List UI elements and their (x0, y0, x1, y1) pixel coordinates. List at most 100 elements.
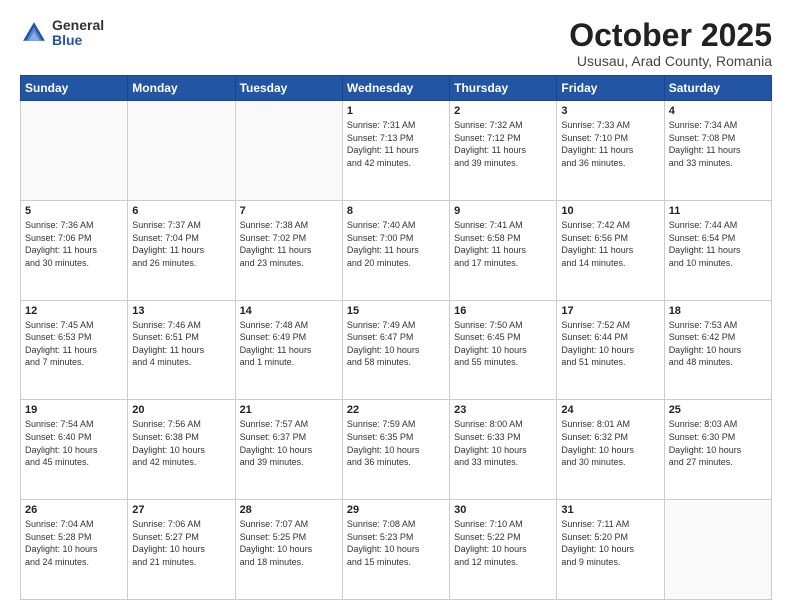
day-number: 10 (561, 205, 659, 217)
calendar-week-1: 5Sunrise: 7:36 AM Sunset: 7:06 PM Daylig… (21, 200, 772, 300)
calendar-cell: 23Sunrise: 8:00 AM Sunset: 6:33 PM Dayli… (450, 400, 557, 500)
calendar-cell: 14 Sunrise: 7:48 AM Sunset: 6:49 PM Dayli… (235, 300, 342, 400)
calendar-cell (128, 101, 235, 201)
day-number: 6 (132, 205, 230, 217)
calendar-cell (21, 101, 128, 201)
day-info: Sunrise: 8:01 AM Sunset: 6:32 PM Dayligh… (561, 418, 659, 468)
day-info: Sunrise: 7:36 AM Sunset: 7:06 PM Dayligh… (25, 219, 123, 269)
day-info: Sunrise: 7:38 AM Sunset: 7:02 PM Dayligh… (240, 219, 338, 269)
logo-icon (20, 19, 48, 47)
day-number: 29 (347, 504, 445, 516)
subtitle: Ususau, Arad County, Romania (569, 53, 772, 69)
title-block: October 2025 Ususau, Arad County, Romani… (569, 18, 772, 69)
calendar-week-3: 19 Sunrise: 7:54 AM Sunset: 6:40 PM Dayli… (21, 400, 772, 500)
calendar-cell: 28 Sunrise: 7:07 AM Sunset: 5:25 PM Dayli… (235, 500, 342, 600)
day-info: Sunrise: 7:42 AM Sunset: 6:56 PM Dayligh… (561, 219, 659, 269)
calendar-cell: 19 Sunrise: 7:54 AM Sunset: 6:40 PM Dayli… (21, 400, 128, 500)
calendar-cell: 7 Sunrise: 7:38 AM Sunset: 7:02 PM Daylig… (235, 200, 342, 300)
day-info: Sunrise: 7:33 AM Sunset: 7:10 PM Dayligh… (561, 119, 659, 169)
calendar-cell: 17Sunrise: 7:52 AM Sunset: 6:44 PM Dayli… (557, 300, 664, 400)
day-number: 25 (669, 404, 767, 416)
day-number: 9 (454, 205, 552, 217)
calendar-cell: 12 Sunrise: 7:45 AM Sunset: 6:53 PM Dayli… (21, 300, 128, 400)
day-info: Sunrise: 7:07 AM Sunset: 5:25 PM Dayligh… (240, 518, 338, 568)
calendar-cell: 2 Sunrise: 7:32 AM Sunset: 7:12 PM Daylig… (450, 101, 557, 201)
calendar-cell: 15Sunrise: 7:49 AM Sunset: 6:47 PM Dayli… (342, 300, 449, 400)
day-number: 2 (454, 105, 552, 117)
calendar-cell: 29 Sunrise: 7:08 AM Sunset: 5:23 PM Dayli… (342, 500, 449, 600)
day-info: Sunrise: 7:57 AM Sunset: 6:37 PM Dayligh… (240, 418, 338, 468)
day-number: 27 (132, 504, 230, 516)
day-info: Sunrise: 7:40 AM Sunset: 7:00 PM Dayligh… (347, 219, 445, 269)
day-number: 16 (454, 305, 552, 317)
day-number: 28 (240, 504, 338, 516)
logo-general-text: General (52, 18, 104, 33)
calendar-cell: 26 Sunrise: 7:04 AM Sunset: 5:28 PM Dayli… (21, 500, 128, 600)
day-info: Sunrise: 7:08 AM Sunset: 5:23 PM Dayligh… (347, 518, 445, 568)
day-info: Sunrise: 7:54 AM Sunset: 6:40 PM Dayligh… (25, 418, 123, 468)
day-number: 20 (132, 404, 230, 416)
day-number: 8 (347, 205, 445, 217)
day-info: Sunrise: 7:50 AM Sunset: 6:45 PM Dayligh… (454, 319, 552, 369)
calendar-week-0: 1Sunrise: 7:31 AM Sunset: 7:13 PM Daylig… (21, 101, 772, 201)
day-number: 26 (25, 504, 123, 516)
calendar-cell: 11Sunrise: 7:44 AM Sunset: 6:54 PM Dayli… (664, 200, 771, 300)
calendar-table: SundayMondayTuesdayWednesdayThursdayFrid… (20, 75, 772, 600)
day-number: 15 (347, 305, 445, 317)
day-info: Sunrise: 8:03 AM Sunset: 6:30 PM Dayligh… (669, 418, 767, 468)
calendar-cell: 30Sunrise: 7:10 AM Sunset: 5:22 PM Dayli… (450, 500, 557, 600)
day-info: Sunrise: 7:34 AM Sunset: 7:08 PM Dayligh… (669, 119, 767, 169)
calendar-cell: 27 Sunrise: 7:06 AM Sunset: 5:27 PM Dayli… (128, 500, 235, 600)
day-number: 3 (561, 105, 659, 117)
day-number: 12 (25, 305, 123, 317)
day-number: 13 (132, 305, 230, 317)
logo-blue-text: Blue (52, 33, 104, 48)
calendar-cell: 8 Sunrise: 7:40 AM Sunset: 7:00 PM Daylig… (342, 200, 449, 300)
calendar-week-4: 26 Sunrise: 7:04 AM Sunset: 5:28 PM Dayli… (21, 500, 772, 600)
calendar-header: SundayMondayTuesdayWednesdayThursdayFrid… (21, 76, 772, 101)
calendar-cell: 5Sunrise: 7:36 AM Sunset: 7:06 PM Daylig… (21, 200, 128, 300)
day-number: 30 (454, 504, 552, 516)
weekday-header-row: SundayMondayTuesdayWednesdayThursdayFrid… (21, 76, 772, 101)
day-number: 22 (347, 404, 445, 416)
day-info: Sunrise: 7:06 AM Sunset: 5:27 PM Dayligh… (132, 518, 230, 568)
day-number: 14 (240, 305, 338, 317)
day-number: 7 (240, 205, 338, 217)
page: General Blue October 2025 Ususau, Arad C… (0, 0, 792, 612)
calendar-cell: 24 Sunrise: 8:01 AM Sunset: 6:32 PM Dayli… (557, 400, 664, 500)
day-info: Sunrise: 7:11 AM Sunset: 5:20 PM Dayligh… (561, 518, 659, 568)
day-info: Sunrise: 7:52 AM Sunset: 6:44 PM Dayligh… (561, 319, 659, 369)
calendar-cell: 1Sunrise: 7:31 AM Sunset: 7:13 PM Daylig… (342, 101, 449, 201)
day-number: 24 (561, 404, 659, 416)
day-info: Sunrise: 7:48 AM Sunset: 6:49 PM Dayligh… (240, 319, 338, 369)
calendar-cell: 4Sunrise: 7:34 AM Sunset: 7:08 PM Daylig… (664, 101, 771, 201)
logo: General Blue (20, 18, 104, 49)
calendar-cell: 10 Sunrise: 7:42 AM Sunset: 6:56 PM Dayli… (557, 200, 664, 300)
day-number: 23 (454, 404, 552, 416)
day-info: Sunrise: 7:32 AM Sunset: 7:12 PM Dayligh… (454, 119, 552, 169)
calendar-cell: 3 Sunrise: 7:33 AM Sunset: 7:10 PM Daylig… (557, 101, 664, 201)
calendar-cell: 16 Sunrise: 7:50 AM Sunset: 6:45 PM Dayli… (450, 300, 557, 400)
calendar-cell: 20Sunrise: 7:56 AM Sunset: 6:38 PM Dayli… (128, 400, 235, 500)
day-info: Sunrise: 7:59 AM Sunset: 6:35 PM Dayligh… (347, 418, 445, 468)
weekday-header-friday: Friday (557, 76, 664, 101)
calendar-cell (664, 500, 771, 600)
calendar-cell: 31 Sunrise: 7:11 AM Sunset: 5:20 PM Dayli… (557, 500, 664, 600)
day-info: Sunrise: 7:04 AM Sunset: 5:28 PM Dayligh… (25, 518, 123, 568)
day-info: Sunrise: 7:45 AM Sunset: 6:53 PM Dayligh… (25, 319, 123, 369)
day-info: Sunrise: 7:46 AM Sunset: 6:51 PM Dayligh… (132, 319, 230, 369)
day-number: 19 (25, 404, 123, 416)
day-number: 1 (347, 105, 445, 117)
day-number: 31 (561, 504, 659, 516)
weekday-header-tuesday: Tuesday (235, 76, 342, 101)
day-info: Sunrise: 7:44 AM Sunset: 6:54 PM Dayligh… (669, 219, 767, 269)
calendar-cell (235, 101, 342, 201)
day-number: 21 (240, 404, 338, 416)
weekday-header-monday: Monday (128, 76, 235, 101)
header: General Blue October 2025 Ususau, Arad C… (20, 18, 772, 69)
calendar-body: 1Sunrise: 7:31 AM Sunset: 7:13 PM Daylig… (21, 101, 772, 600)
weekday-header-thursday: Thursday (450, 76, 557, 101)
day-info: Sunrise: 7:41 AM Sunset: 6:58 PM Dayligh… (454, 219, 552, 269)
weekday-header-wednesday: Wednesday (342, 76, 449, 101)
calendar-cell: 25 Sunrise: 8:03 AM Sunset: 6:30 PM Dayli… (664, 400, 771, 500)
